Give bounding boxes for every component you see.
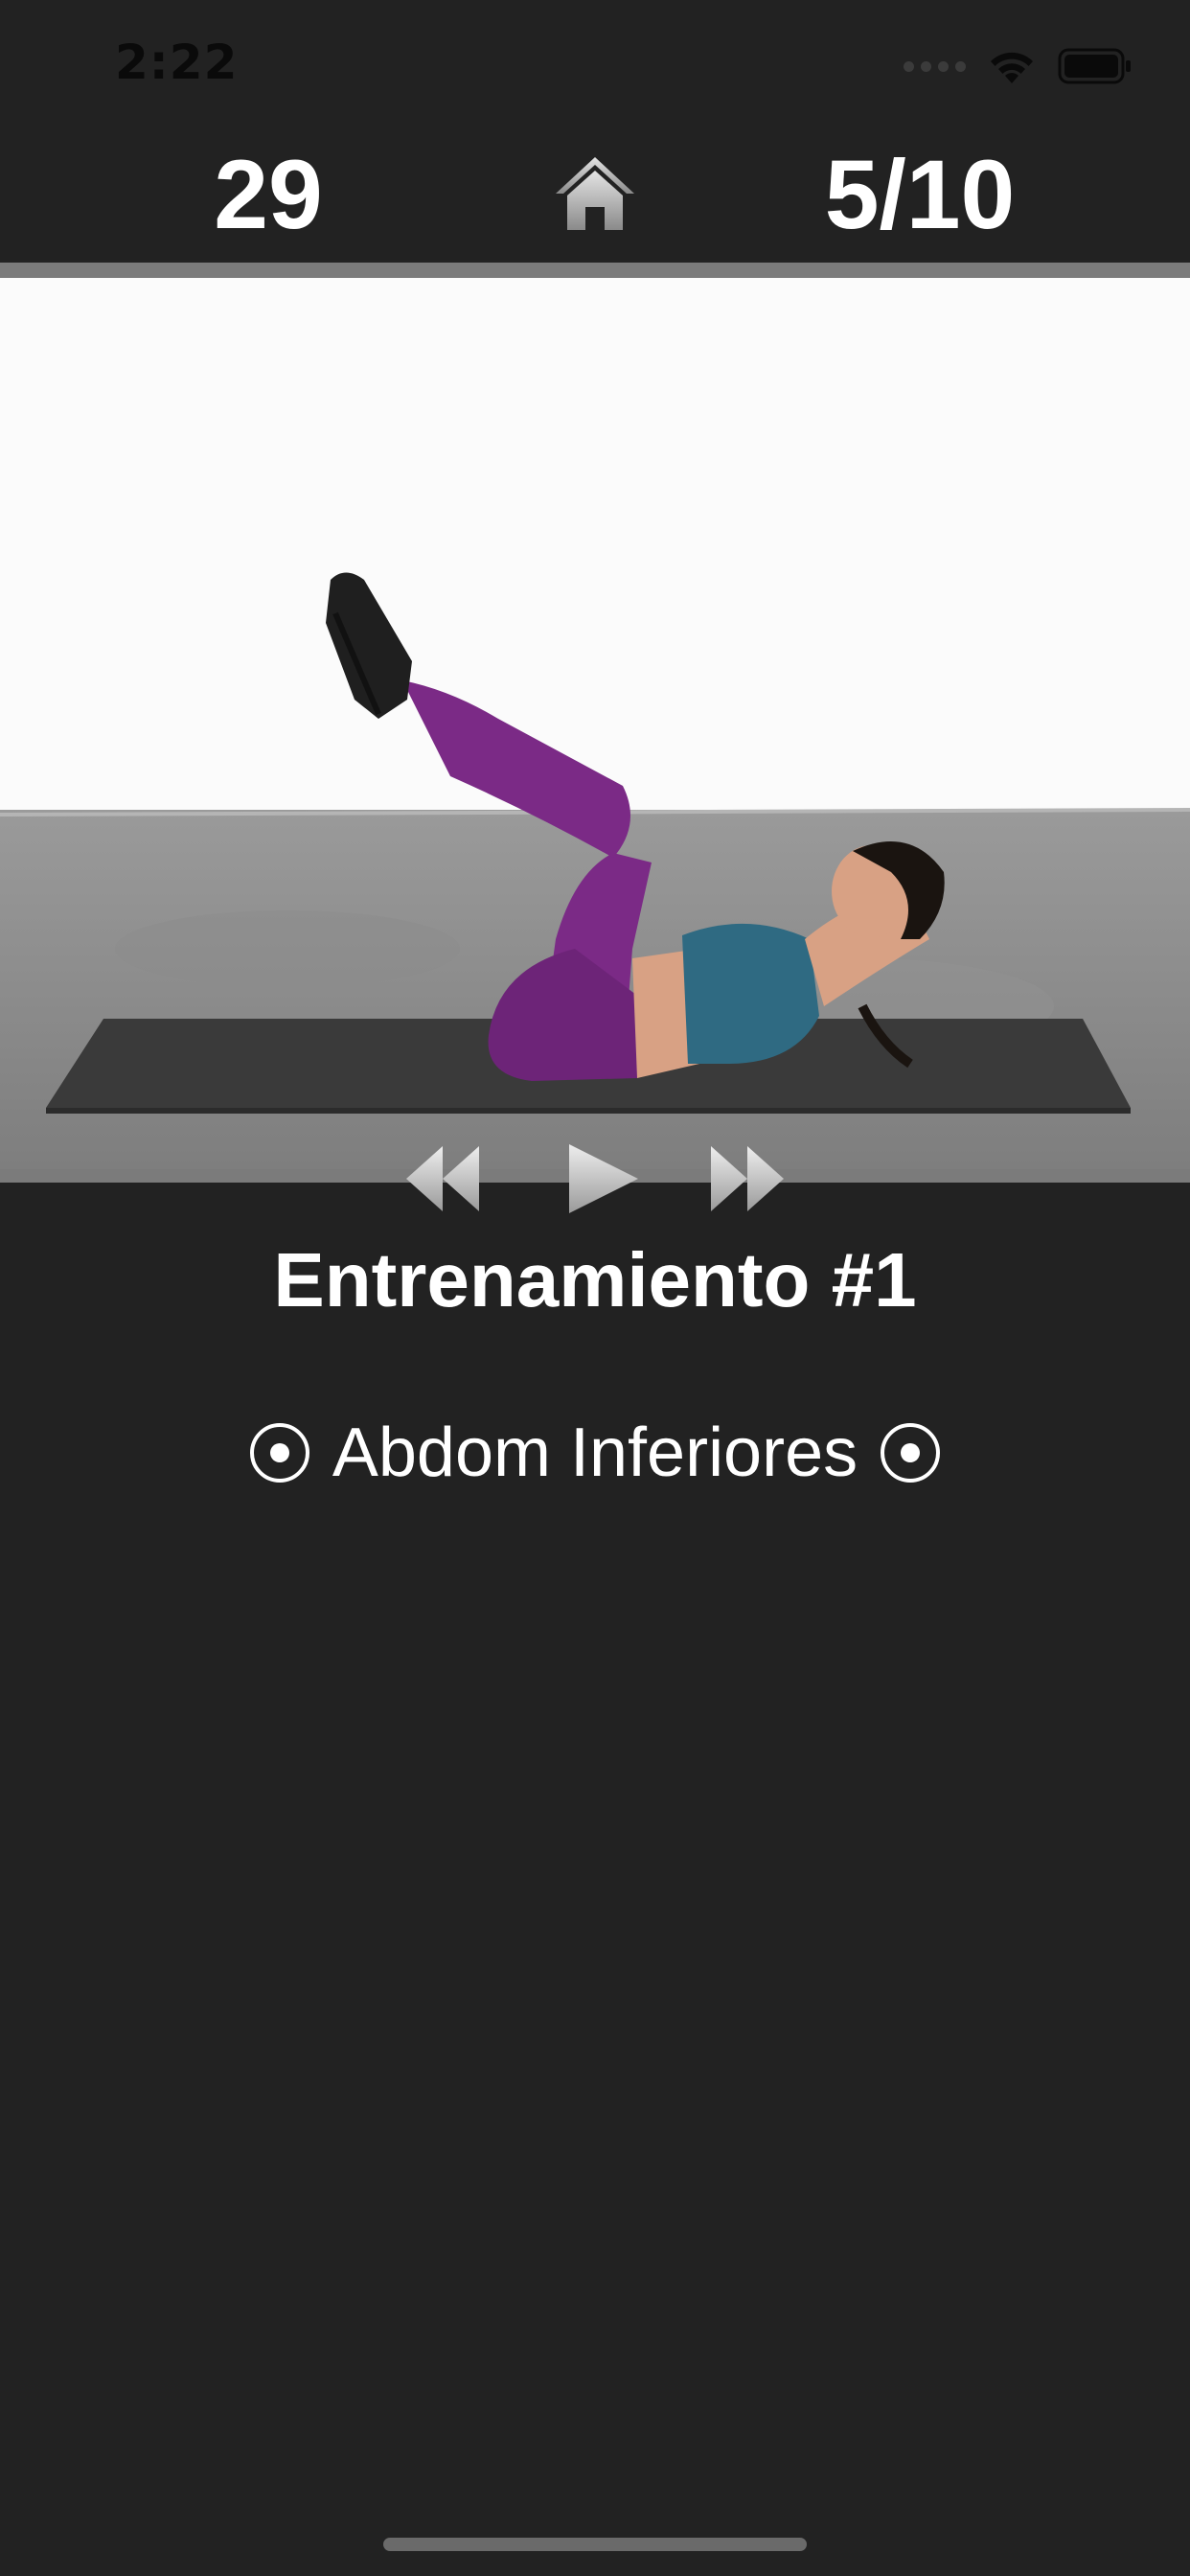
play-icon <box>569 1144 638 1213</box>
exercise-illustration <box>0 278 1190 1169</box>
rewind-icon <box>406 1146 479 1211</box>
top-divider <box>0 263 1190 278</box>
exercise-progress: 5/10 <box>824 140 1016 249</box>
status-time: 2:22 <box>115 34 239 90</box>
home-button[interactable] <box>552 153 638 234</box>
workout-header: 29 5/10 <box>0 126 1190 263</box>
timer-count: 29 <box>214 140 323 249</box>
playback-controls <box>0 1138 1190 1219</box>
battery-icon <box>1058 48 1131 84</box>
status-bar: 2:22 <box>0 0 1190 126</box>
exercise-name: Abdom Inferiores <box>332 1414 858 1491</box>
home-icon <box>556 157 634 230</box>
radio-dot-icon <box>881 1423 941 1483</box>
status-icons <box>904 42 1133 90</box>
fast-forward-button[interactable] <box>707 1138 788 1219</box>
fast-forward-icon <box>711 1146 784 1211</box>
exercise-row: Abdom Inferiores <box>0 1416 1190 1489</box>
home-indicator[interactable] <box>383 2538 807 2551</box>
rewind-button[interactable] <box>402 1138 483 1219</box>
play-button[interactable] <box>565 1138 642 1219</box>
exercise-video[interactable] <box>0 278 1190 1169</box>
workout-title: Entrenamiento #1 <box>273 1237 917 1322</box>
signal-dots-icon <box>904 60 966 72</box>
wifi-icon <box>991 52 1033 83</box>
radio-dot-icon <box>249 1423 309 1483</box>
